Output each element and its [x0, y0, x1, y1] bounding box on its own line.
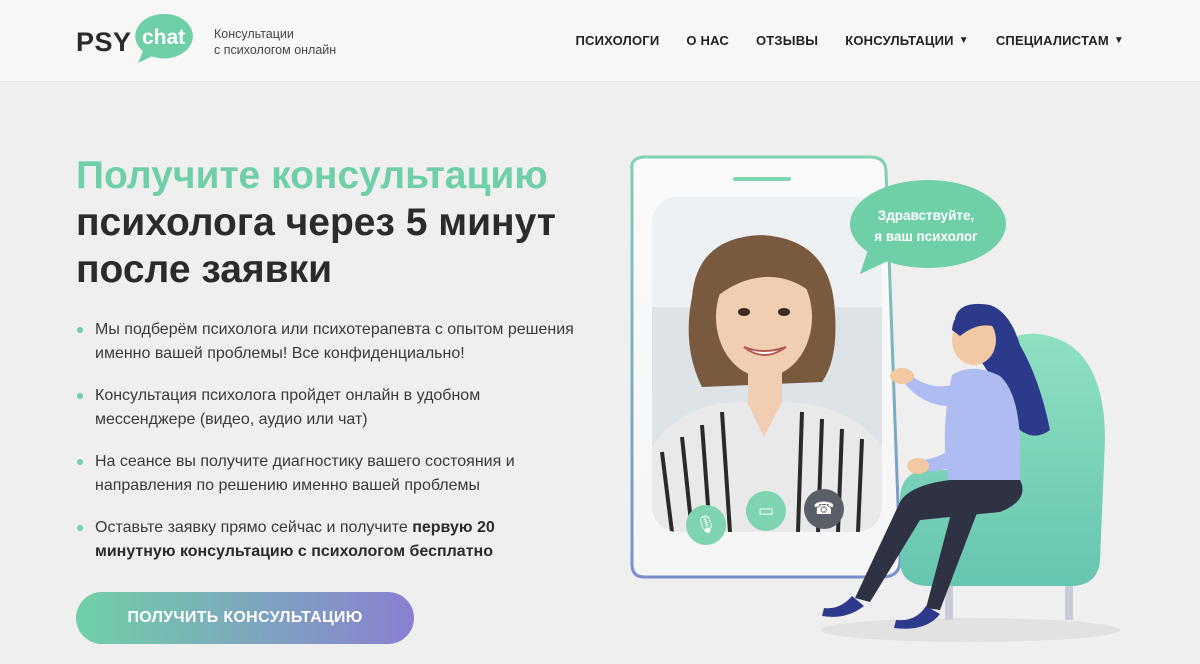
benefit-item: Оставьте заявку прямо сейчас и получите …	[76, 516, 576, 564]
get-consultation-button[interactable]: ПОЛУЧИТЬ КОНСУЛЬТАЦИЮ	[76, 592, 414, 644]
speech-line1: Здравствуйте,	[877, 208, 975, 223]
tagline-line1: Консультации	[214, 27, 294, 41]
benefit-item: Консультация психолога пройдет онлайн в …	[76, 384, 576, 432]
benefit-text: Оставьте заявку прямо сейчас и получите	[95, 519, 413, 536]
hero-title-line3: после заявки	[76, 248, 333, 291]
nav-label: О НАС	[686, 33, 729, 48]
site-header: PSY chat Консультации с психологом онлай…	[0, 0, 1200, 82]
benefit-item: На сеансе вы получите диагностику вашего…	[76, 450, 576, 498]
nav-item-about[interactable]: О НАС	[686, 33, 729, 48]
nav-item-reviews[interactable]: ОТЗЫВЫ	[756, 33, 818, 48]
microphone-icon[interactable]: 🎙	[686, 505, 726, 545]
benefit-text: Консультация психолога пройдет онлайн в …	[95, 387, 481, 428]
nav-label: КОНСУЛЬТАЦИИ	[845, 33, 954, 48]
caret-down-icon: ▼	[958, 35, 969, 46]
speech-line2: я ваш психолог	[874, 229, 978, 244]
speech-bubble-text: Здравствуйте, я ваш психолог	[848, 205, 1004, 247]
nav-item-consultations[interactable]: КОНСУЛЬТАЦИИ ▼	[845, 33, 969, 48]
logo-chat-text: chat	[142, 26, 186, 49]
benefit-text: На сеансе вы получите диагностику вашего…	[95, 453, 515, 494]
nav-label: СПЕЦИАЛИСТАМ	[995, 33, 1109, 48]
site-tagline: Консультации с психологом онлайн	[214, 26, 336, 58]
main-nav: ПСИХОЛОГИ О НАС ОТЗЫВЫ КОНСУЛЬТАЦИИ ▼ СПЕ…	[575, 33, 1124, 48]
nav-label: ОТЗЫВЫ	[755, 33, 819, 48]
nav-item-specialists[interactable]: СПЕЦИАЛИСТАМ ▼	[996, 33, 1124, 48]
benefit-item: Мы подберём психолога или психотерапевта…	[76, 318, 576, 366]
hero-title-accent: Получите консультацию	[76, 154, 548, 197]
tagline-line2: с психологом онлайн	[214, 43, 337, 57]
logo[interactable]: PSY chat	[76, 12, 206, 72]
benefit-text: Мы подберём психолога или психотерапевта…	[95, 321, 574, 362]
hero-illustration: 🎙 ▭ ☎ Здравствуйте, я ваш психолог	[600, 140, 1160, 660]
caret-down-icon: ▼	[1113, 35, 1124, 46]
video-icon[interactable]: ▭	[746, 491, 786, 531]
logo-psy-text: PSY	[76, 27, 132, 57]
hero-title-line2: психолога через 5 минут	[76, 201, 556, 244]
hero-title: Получите консультацию психолога через 5 …	[76, 152, 636, 293]
benefits-list: Мы подберём психолога или психотерапевта…	[76, 318, 576, 582]
hang-up-icon[interactable]: ☎	[804, 489, 844, 529]
nav-item-psychologists[interactable]: ПСИХОЛОГИ	[575, 33, 659, 48]
nav-label: ПСИХОЛОГИ	[575, 33, 660, 48]
